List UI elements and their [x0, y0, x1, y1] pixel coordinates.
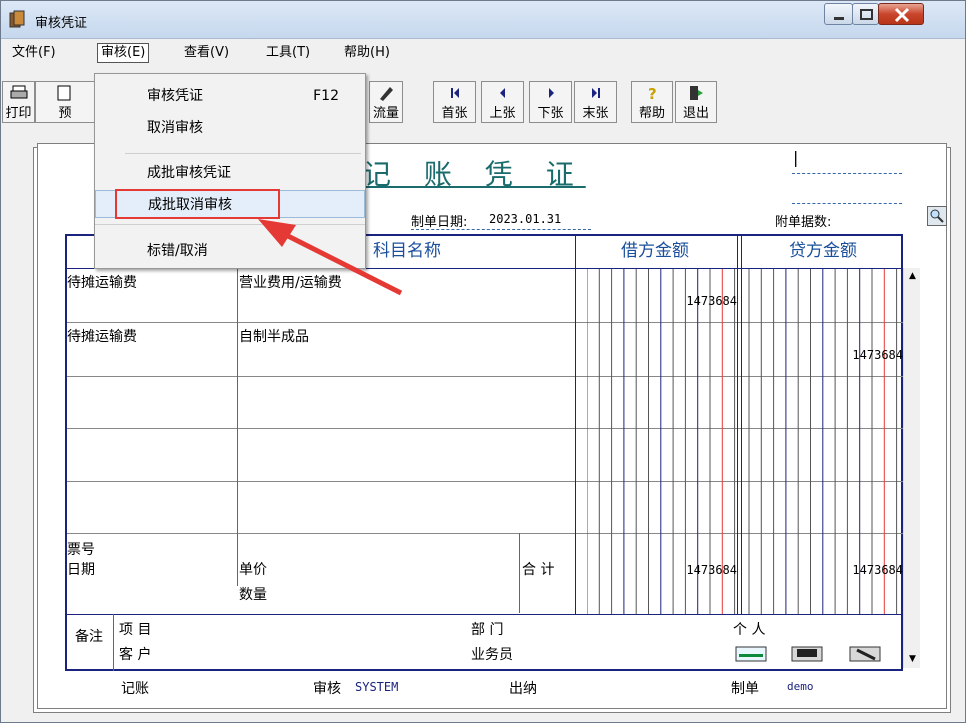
notes-label: 备注	[75, 629, 103, 645]
audit-label: 审核	[313, 681, 341, 697]
project-label: 项 目	[119, 622, 152, 638]
lookup-button[interactable]	[927, 206, 947, 226]
header-debit: 借方金额	[621, 241, 689, 261]
row1-debit[interactable]: 1473684	[657, 294, 737, 308]
voucher-title: 记 账 凭 证	[363, 158, 586, 191]
minimize-button[interactable]	[824, 3, 853, 25]
scroll-down-arrow[interactable]: ▼	[904, 651, 921, 668]
row1-summary[interactable]: 待摊运输费	[67, 272, 137, 292]
menu-tools[interactable]: 工具(T)	[263, 44, 313, 62]
magnifier-icon	[930, 209, 944, 223]
department-label: 部 门	[471, 622, 504, 638]
total-credit: 1473684	[852, 563, 903, 577]
date-field-label: 日期	[67, 562, 95, 578]
maker-label: 制单	[731, 681, 759, 697]
voucher-grid: 科目名称 借方金额 贷方金额 待摊运输费 营业费用/运输费 1473684 待摊…	[65, 234, 905, 671]
date-value[interactable]: 2023.01.31	[489, 212, 561, 226]
exit-icon	[690, 86, 703, 100]
attachment-label: 附单据数:	[775, 215, 832, 230]
menu-bar: 文件(F) 审核(E) 查看(V) 工具(T) 帮助(H)	[1, 41, 965, 64]
exit-button[interactable]: 退出	[675, 81, 717, 123]
voucher-no-line	[792, 173, 902, 174]
salesman-label: 业务员	[471, 647, 513, 663]
printer-icon	[10, 85, 27, 99]
app-icon	[9, 10, 25, 28]
menu-item-cancel-audit[interactable]: 取消审核	[95, 114, 365, 142]
title-bar: 审核凭证	[1, 1, 965, 39]
annotation-arrow	[258, 219, 403, 296]
screen-icon[interactable]	[791, 646, 823, 662]
total-debit: 1473684	[686, 563, 737, 577]
menu-view[interactable]: 查看(V)	[181, 44, 232, 62]
person-label: 个 人	[733, 622, 766, 638]
row2-account[interactable]: 自制半成品	[239, 326, 309, 346]
ticket-no-label: 票号	[67, 542, 95, 558]
auditor-name: SYSTEM	[355, 680, 399, 694]
text-cursor: |	[793, 148, 799, 167]
date-label: 制单日期:	[411, 215, 468, 230]
help-icon: ?	[648, 85, 657, 102]
header-credit: 贷方金额	[789, 241, 857, 261]
signoff-bar: 记账 审核 SYSTEM 出纳 制单 demo	[1, 671, 965, 721]
row2-summary[interactable]: 待摊运输费	[67, 326, 137, 346]
prev-button[interactable]: 上张	[481, 81, 524, 123]
date-underline	[411, 229, 591, 230]
customer-label: 客 户	[119, 647, 152, 663]
last-button[interactable]: 末张	[574, 81, 617, 123]
total-label: 合 计	[522, 562, 555, 578]
close-button[interactable]	[878, 3, 924, 25]
menu-help[interactable]: 帮助(H)	[341, 44, 393, 62]
vertical-scrollbar[interactable]: ▲ ▼	[903, 268, 920, 668]
window-title: 审核凭证	[35, 16, 88, 31]
shortcut-label: F12	[313, 88, 339, 104]
first-button[interactable]: 首张	[433, 81, 476, 123]
help-button[interactable]: ? 帮助	[631, 81, 673, 123]
svg-text:?: ?	[648, 85, 657, 102]
print-button[interactable]: 打印	[2, 81, 35, 123]
quantity-label: 数量	[239, 587, 267, 603]
prev-page-icon	[499, 88, 505, 98]
maker-name: demo	[787, 680, 814, 693]
cashier-label: 出纳	[509, 681, 537, 697]
maximize-button[interactable]	[852, 3, 879, 25]
app-window: 审核凭证 文件(F) 审核(E) 查看(V) 工具(T) 帮助(H) 打印 预 …	[0, 0, 966, 723]
last-page-icon	[591, 88, 600, 98]
bookkeep-label: 记账	[121, 681, 149, 697]
attach-line	[792, 203, 902, 204]
card-icon[interactable]	[735, 646, 767, 662]
unit-price-label: 单价	[239, 562, 267, 578]
pen-icon[interactable]	[849, 646, 881, 662]
preview-icon	[57, 85, 71, 101]
first-page-icon	[450, 88, 459, 98]
next-page-icon	[548, 88, 554, 98]
scroll-up-arrow[interactable]: ▲	[904, 268, 921, 285]
next-button[interactable]: 下张	[529, 81, 572, 123]
menu-separator	[125, 153, 361, 154]
preview-button[interactable]: 预	[35, 81, 95, 123]
menu-item-batch-audit[interactable]: 成批审核凭证	[95, 159, 365, 187]
menu-item-audit-voucher[interactable]: 审核凭证 F12	[95, 82, 365, 110]
pencil-icon	[380, 87, 393, 101]
menu-file[interactable]: 文件(F)	[9, 44, 59, 62]
row2-credit[interactable]: 1473684	[823, 348, 903, 362]
flow-button[interactable]: 流量	[369, 81, 403, 123]
menu-audit[interactable]: 审核(E)	[97, 43, 150, 63]
